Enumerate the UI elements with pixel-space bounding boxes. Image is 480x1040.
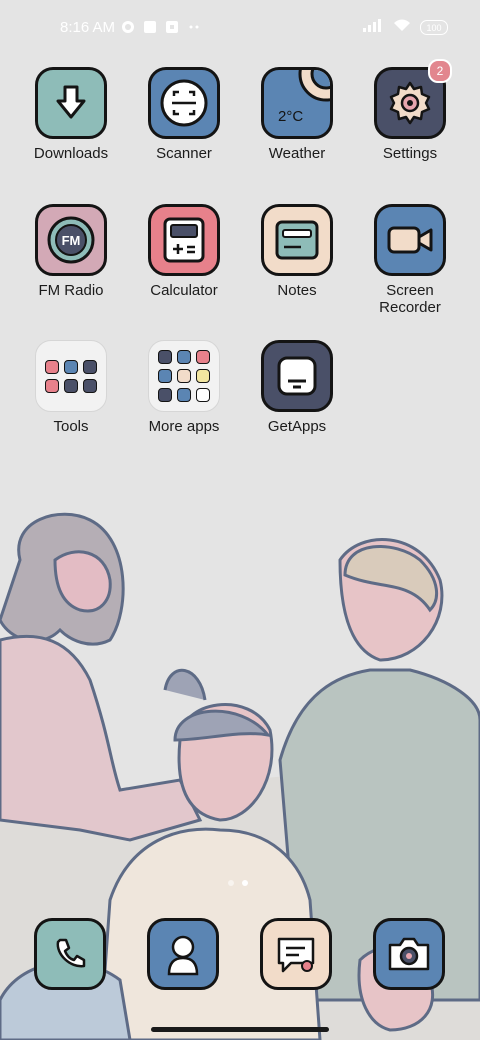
phone-icon bbox=[34, 918, 106, 990]
app-label: GetApps bbox=[267, 418, 327, 435]
app-downloads[interactable]: Downloads bbox=[15, 67, 127, 162]
app-label: Calculator bbox=[150, 282, 218, 299]
video-camera-icon bbox=[374, 204, 446, 276]
app-getapps[interactable]: GetApps bbox=[241, 340, 353, 435]
scanner-icon bbox=[148, 67, 220, 139]
dock-camera[interactable] bbox=[373, 918, 445, 990]
signal-icon bbox=[362, 18, 384, 37]
app-notes[interactable]: Notes bbox=[241, 204, 353, 299]
app-label: Weather bbox=[268, 145, 326, 162]
radio-fm-text: FM bbox=[61, 232, 81, 248]
more-notifications-icon bbox=[187, 20, 201, 34]
status-right: 100 bbox=[362, 18, 448, 37]
page-dot-active[interactable] bbox=[242, 880, 248, 886]
chat-icon bbox=[260, 918, 332, 990]
dock-phone[interactable] bbox=[34, 918, 106, 990]
folder-tools[interactable]: Tools bbox=[15, 340, 127, 435]
download-icon bbox=[35, 67, 107, 139]
app-label: FM Radio bbox=[38, 282, 104, 299]
wifi-icon bbox=[392, 18, 412, 37]
app-label: Notes bbox=[277, 282, 317, 299]
message-notification-icon bbox=[143, 20, 157, 34]
app-label: Screen Recorder bbox=[379, 282, 441, 316]
radio-icon: FM bbox=[35, 204, 107, 276]
home-gesture-bar[interactable] bbox=[151, 1027, 329, 1032]
page-indicator[interactable] bbox=[228, 880, 248, 886]
weather-icon: 2°C bbox=[261, 67, 333, 139]
app-weather[interactable]: 2°C Weather bbox=[241, 67, 353, 162]
camera-icon bbox=[373, 918, 445, 990]
status-time: 8:16 AM bbox=[60, 19, 116, 36]
app-label: Tools bbox=[53, 418, 89, 435]
calendar-notification-icon bbox=[165, 20, 179, 34]
status-bar: 8:16 AM 100 bbox=[0, 0, 480, 56]
person-icon bbox=[147, 918, 219, 990]
app-calculator[interactable]: Calculator bbox=[128, 204, 240, 299]
notification-badge: 2 bbox=[428, 59, 452, 83]
calculator-icon bbox=[148, 204, 220, 276]
app-notification-icon bbox=[121, 20, 135, 34]
app-scanner[interactable]: Scanner bbox=[128, 67, 240, 162]
store-icon bbox=[261, 340, 333, 412]
page-dot[interactable] bbox=[228, 880, 234, 886]
app-label: Scanner bbox=[156, 145, 212, 162]
dock-contacts[interactable] bbox=[147, 918, 219, 990]
folder-more-apps[interactable]: More apps bbox=[128, 340, 240, 435]
app-settings[interactable]: 2 Settings bbox=[354, 59, 466, 162]
folder-icon bbox=[148, 340, 220, 412]
battery-indicator: 100 bbox=[420, 20, 448, 35]
notes-icon bbox=[261, 204, 333, 276]
app-label: Settings bbox=[382, 145, 438, 162]
notification-icons bbox=[121, 19, 201, 35]
weather-temperature: 2°C bbox=[278, 108, 304, 125]
folder-icon bbox=[35, 340, 107, 412]
app-screen-recorder[interactable]: Screen Recorder bbox=[354, 204, 466, 316]
app-label: More apps bbox=[148, 418, 220, 435]
app-fm-radio[interactable]: FM FM Radio bbox=[15, 204, 127, 299]
dock-messages[interactable] bbox=[260, 918, 332, 990]
app-label: Downloads bbox=[33, 145, 109, 162]
